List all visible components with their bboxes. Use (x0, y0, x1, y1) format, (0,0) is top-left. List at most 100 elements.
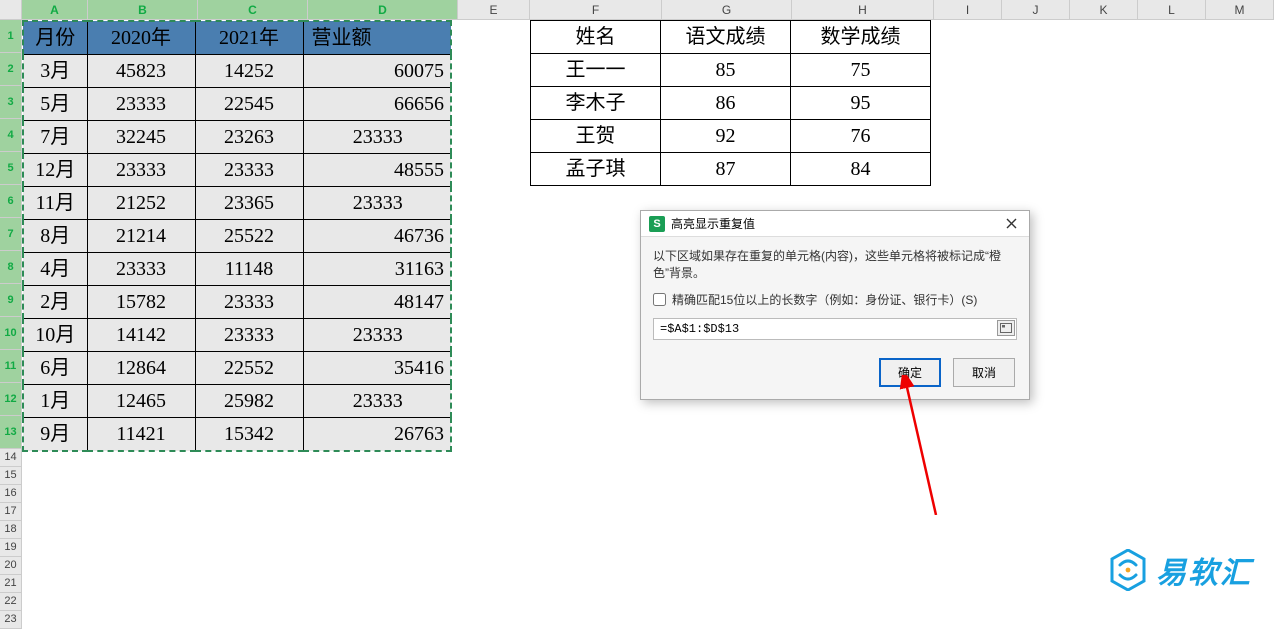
cell[interactable]: 23333 (303, 319, 451, 352)
row-header-18[interactable]: 18 (0, 521, 21, 539)
row-header-1[interactable]: 1 (0, 20, 21, 53)
cell[interactable]: 李木子 (531, 87, 661, 120)
cell[interactable]: 孟子琪 (531, 153, 661, 186)
cell[interactable]: 23365 (195, 187, 303, 220)
cell[interactable]: 15342 (195, 418, 303, 452)
table-row[interactable]: 1月124652598223333 (23, 385, 451, 418)
cell[interactable]: 22552 (195, 352, 303, 385)
table-row[interactable]: 7月322452326323333 (23, 121, 451, 154)
row-header-16[interactable]: 16 (0, 485, 21, 503)
row-header-4[interactable]: 4 (0, 119, 21, 152)
cell[interactable]: 95 (791, 87, 931, 120)
cell[interactable]: 3月 (23, 55, 87, 88)
row-header-13[interactable]: 13 (0, 416, 21, 449)
cell[interactable]: 85 (661, 54, 791, 87)
column-header-A[interactable]: A (22, 0, 88, 19)
cell[interactable]: 4月 (23, 253, 87, 286)
cell[interactable]: 23263 (195, 121, 303, 154)
row-header-7[interactable]: 7 (0, 218, 21, 251)
row-header-11[interactable]: 11 (0, 350, 21, 383)
cell[interactable]: 5月 (23, 88, 87, 121)
column-header-G[interactable]: G (662, 0, 792, 19)
row-header-2[interactable]: 2 (0, 53, 21, 86)
cell[interactable]: 王贺 (531, 120, 661, 153)
range-picker-icon[interactable] (997, 320, 1015, 336)
cell[interactable]: 48147 (303, 286, 451, 319)
cell[interactable]: 86 (661, 87, 791, 120)
row-header-5[interactable]: 5 (0, 152, 21, 185)
cell[interactable]: 15782 (87, 286, 195, 319)
cell[interactable]: 8月 (23, 220, 87, 253)
table-row[interactable]: 12月233332333348555 (23, 154, 451, 187)
table-row[interactable]: 11月212522336523333 (23, 187, 451, 220)
row-header-15[interactable]: 15 (0, 467, 21, 485)
scores-table[interactable]: 姓名语文成绩数学成绩王一一8575李木子8695王贺9276孟子琪8784 (530, 20, 931, 186)
select-all-corner[interactable] (0, 0, 22, 20)
column-header-L[interactable]: L (1138, 0, 1206, 19)
row-header-9[interactable]: 9 (0, 284, 21, 317)
cell[interactable]: 21214 (87, 220, 195, 253)
exact-match-checkbox-row[interactable]: 精确匹配15位以上的长数字（例如：身份证、银行卡）(S) (653, 291, 1017, 308)
exact-match-checkbox[interactable] (653, 293, 666, 306)
table-row[interactable]: 王一一8575 (531, 54, 931, 87)
cell[interactable]: 12月 (23, 154, 87, 187)
column-header-K[interactable]: K (1070, 0, 1138, 19)
cell[interactable]: 23333 (303, 385, 451, 418)
table2-header-chn[interactable]: 语文成绩 (661, 21, 791, 54)
table2-header-math[interactable]: 数学成绩 (791, 21, 931, 54)
cell[interactable]: 7月 (23, 121, 87, 154)
cell[interactable]: 35416 (303, 352, 451, 385)
range-input[interactable]: =$A$1:$D$13 (653, 318, 1017, 340)
cell[interactable]: 11月 (23, 187, 87, 220)
table-row[interactable]: 6月128642255235416 (23, 352, 451, 385)
cell[interactable]: 王一一 (531, 54, 661, 87)
cancel-button[interactable]: 取消 (953, 358, 1015, 387)
row-header-10[interactable]: 10 (0, 317, 21, 350)
table-row[interactable]: 5月233332254566656 (23, 88, 451, 121)
row-header-20[interactable]: 20 (0, 557, 21, 575)
column-header-H[interactable]: H (792, 0, 934, 19)
row-header-6[interactable]: 6 (0, 185, 21, 218)
cell[interactable]: 2月 (23, 286, 87, 319)
table-row[interactable]: 2月157822333348147 (23, 286, 451, 319)
cell[interactable]: 11148 (195, 253, 303, 286)
cell[interactable]: 23333 (195, 154, 303, 187)
cell[interactable]: 92 (661, 120, 791, 153)
row-header-3[interactable]: 3 (0, 86, 21, 119)
cell[interactable]: 12465 (87, 385, 195, 418)
row-header-14[interactable]: 14 (0, 449, 21, 467)
cell[interactable]: 23333 (195, 319, 303, 352)
table-row[interactable]: 王贺9276 (531, 120, 931, 153)
cell[interactable]: 14142 (87, 319, 195, 352)
cell[interactable]: 26763 (303, 418, 451, 452)
revenue-table[interactable]: 月份2020年2021年营业额3月4582314252600755月233332… (22, 20, 452, 452)
table1-header-y2020[interactable]: 2020年 (87, 21, 195, 55)
cell[interactable]: 10月 (23, 319, 87, 352)
table-row[interactable]: 9月114211534226763 (23, 418, 451, 452)
cell[interactable]: 21252 (87, 187, 195, 220)
cell[interactable]: 23333 (195, 286, 303, 319)
row-header-12[interactable]: 12 (0, 383, 21, 416)
row-header-19[interactable]: 19 (0, 539, 21, 557)
column-header-E[interactable]: E (458, 0, 530, 19)
cell[interactable]: 23333 (87, 253, 195, 286)
row-header-22[interactable]: 22 (0, 593, 21, 611)
cell[interactable]: 23333 (87, 88, 195, 121)
cell[interactable]: 66656 (303, 88, 451, 121)
table-row[interactable]: 孟子琪8784 (531, 153, 931, 186)
column-header-D[interactable]: D (308, 0, 458, 19)
column-header-B[interactable]: B (88, 0, 198, 19)
cell[interactable]: 32245 (87, 121, 195, 154)
column-header-F[interactable]: F (530, 0, 662, 19)
table-row[interactable]: 李木子8695 (531, 87, 931, 120)
cell[interactable]: 23333 (303, 121, 451, 154)
cell[interactable]: 46736 (303, 220, 451, 253)
cell[interactable]: 1月 (23, 385, 87, 418)
cell[interactable]: 12864 (87, 352, 195, 385)
column-header-C[interactable]: C (198, 0, 308, 19)
row-header-17[interactable]: 17 (0, 503, 21, 521)
cell[interactable]: 11421 (87, 418, 195, 452)
table1-header-rev[interactable]: 营业额 (303, 21, 451, 55)
table-row[interactable]: 10月141422333323333 (23, 319, 451, 352)
column-header-M[interactable]: M (1206, 0, 1274, 19)
